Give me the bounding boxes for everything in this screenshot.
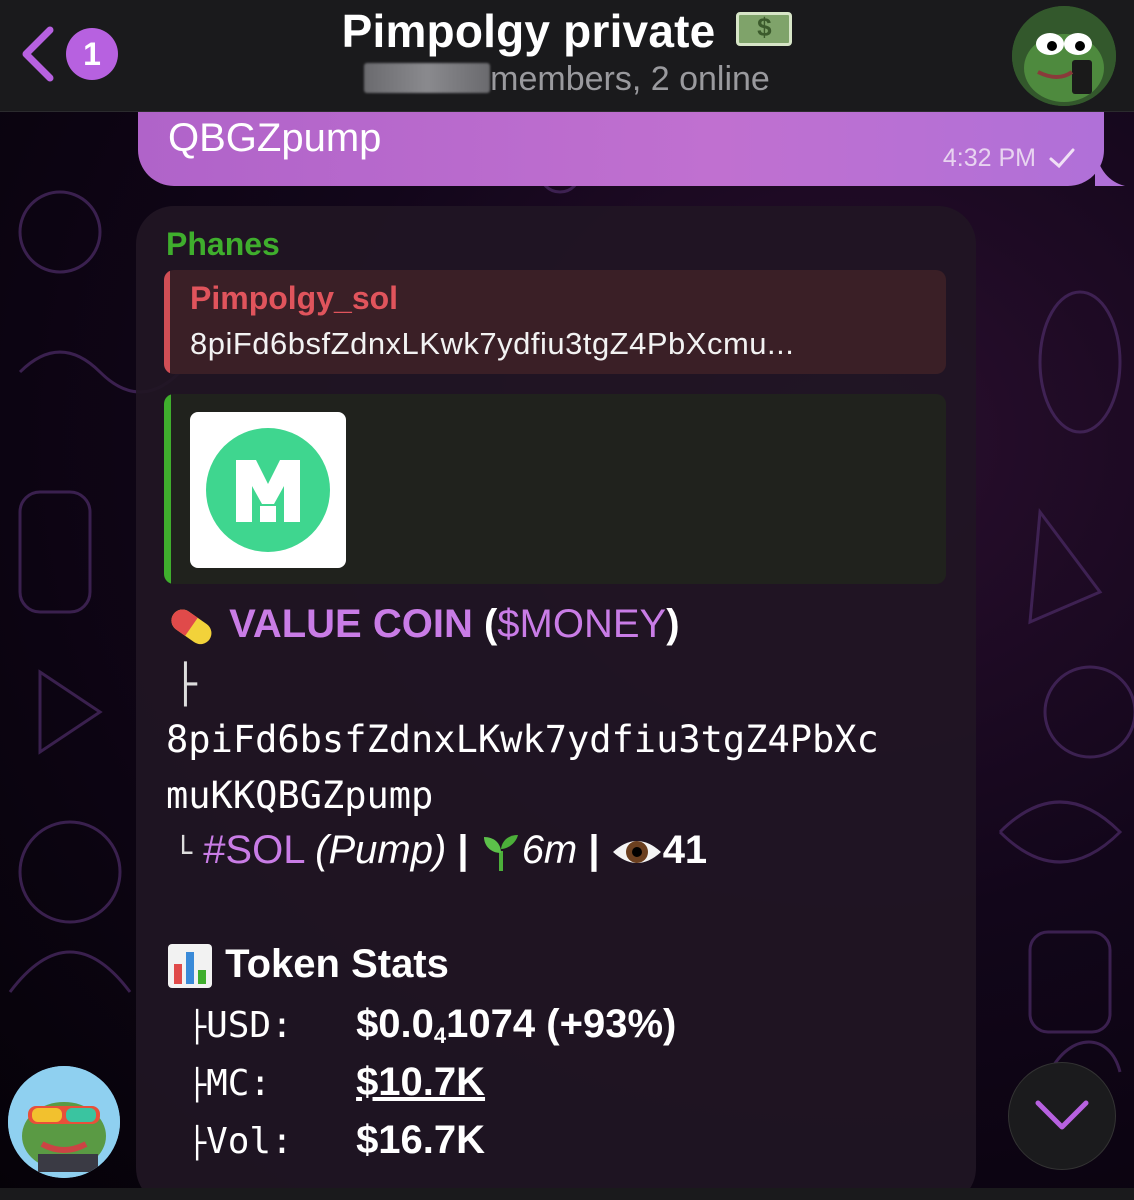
bottom-input-bar: [0, 1188, 1134, 1200]
stats-value: $0.0: [356, 1002, 434, 1046]
stats-row-mc: ├MC: $10.7K: [188, 1060, 485, 1105]
link-preview[interactable]: [164, 394, 946, 584]
contract-address-line2[interactable]: muKKQBGZpump: [166, 774, 433, 817]
checkmark-icon: [1049, 148, 1075, 169]
incoming-message[interactable]: Phanes Pimpolgy_sol 8piFd6bsfZdnxLKwk7yd…: [136, 206, 976, 1200]
separator-2: |: [577, 828, 611, 872]
separator-1: |: [446, 828, 480, 872]
token-title-line: VALUE COIN ($MONEY): [166, 602, 680, 648]
sender-avatar[interactable]: [8, 1066, 120, 1178]
stats-branch: ├: [188, 1126, 207, 1161]
group-avatar[interactable]: [1012, 6, 1116, 106]
token-m-logo-icon: [206, 428, 330, 552]
token-ticker[interactable]: $MONEY: [497, 602, 666, 646]
seedling-emoji: [483, 835, 518, 872]
chat-subtitle: members, 2 online: [0, 60, 1134, 99]
chevron-down-icon: [1035, 1100, 1089, 1130]
ticker-close: ): [666, 602, 680, 646]
pepe-avatar-icon: [1012, 6, 1116, 106]
chat-header: 1 Pimpolgy private members, 2 online: [0, 0, 1134, 112]
token-logo[interactable]: [190, 412, 346, 568]
redacted-member-count: [364, 63, 491, 94]
stats-label: USD:: [206, 1005, 293, 1046]
reply-author: Pimpolgy_sol: [190, 280, 399, 316]
chat-title-text: Pimpolgy private: [341, 5, 716, 57]
reply-accent-bar: [164, 270, 170, 374]
money-bag-icon: [736, 11, 793, 46]
view-count: 41: [662, 828, 708, 872]
scroll-to-bottom-button[interactable]: [1008, 1062, 1116, 1170]
platform-label: (Pump): [315, 828, 447, 872]
token-name: VALUE COIN: [229, 602, 473, 646]
stats-value: $16.7K: [356, 1118, 486, 1162]
chain-info-line: └ #SOL (Pump) | 6m | 41: [174, 828, 707, 873]
reply-text: 8piFd6bsfZdnxLKwk7ydfiu3tgZ4PbXcmu...: [190, 326, 795, 361]
stats-row-vol: ├Vol: $16.7K: [188, 1118, 485, 1163]
contract-address-line1[interactable]: 8piFd6bsfZdnxLKwk7ydfiu3tgZ4PbXc: [166, 718, 879, 761]
reply-quote[interactable]: Pimpolgy_sol 8piFd6bsfZdnxLKwk7ydfiu3tgZ…: [164, 270, 946, 374]
member-status-text: members, 2 online: [490, 60, 770, 98]
message-time: 4:32 PM: [942, 144, 1036, 172]
chain-hashtag[interactable]: #SOL: [203, 828, 304, 872]
token-age: 6m: [521, 828, 578, 872]
market-cap-link[interactable]: $10.7K: [356, 1060, 485, 1104]
stats-branch: ├: [188, 1068, 207, 1103]
ticker-open: (: [472, 602, 498, 646]
outgoing-message[interactable]: QBGZpump 4:32 PM: [138, 112, 1104, 186]
stats-label: MC:: [206, 1063, 272, 1104]
pepe-sunglasses-avatar-icon: [8, 1066, 120, 1178]
eye-emoji: [612, 841, 661, 864]
pill-emoji: [171, 609, 212, 645]
bubble-tail: [1095, 150, 1125, 186]
bar-chart-emoji: [168, 944, 212, 989]
preview-accent-bar: [164, 394, 171, 584]
stats-heading-text: Token Stats: [225, 942, 449, 986]
stats-branch: ├: [188, 1010, 207, 1045]
stats-value-subscript: 4: [433, 1023, 447, 1048]
stats-value-rest: 1074 (+93%): [446, 1002, 677, 1046]
stats-label: Vol:: [206, 1121, 293, 1162]
token-stats-heading: Token Stats: [166, 942, 449, 990]
tree-end: └: [174, 836, 193, 871]
stats-row-usd: ├USD: $0.041074 (+93%): [188, 1002, 676, 1049]
outgoing-message-text: QBGZpump: [168, 116, 382, 160]
chat-title[interactable]: Pimpolgy private: [0, 4, 1134, 58]
sender-name[interactable]: Phanes: [166, 226, 280, 263]
tree-branch: ├: [174, 662, 197, 706]
